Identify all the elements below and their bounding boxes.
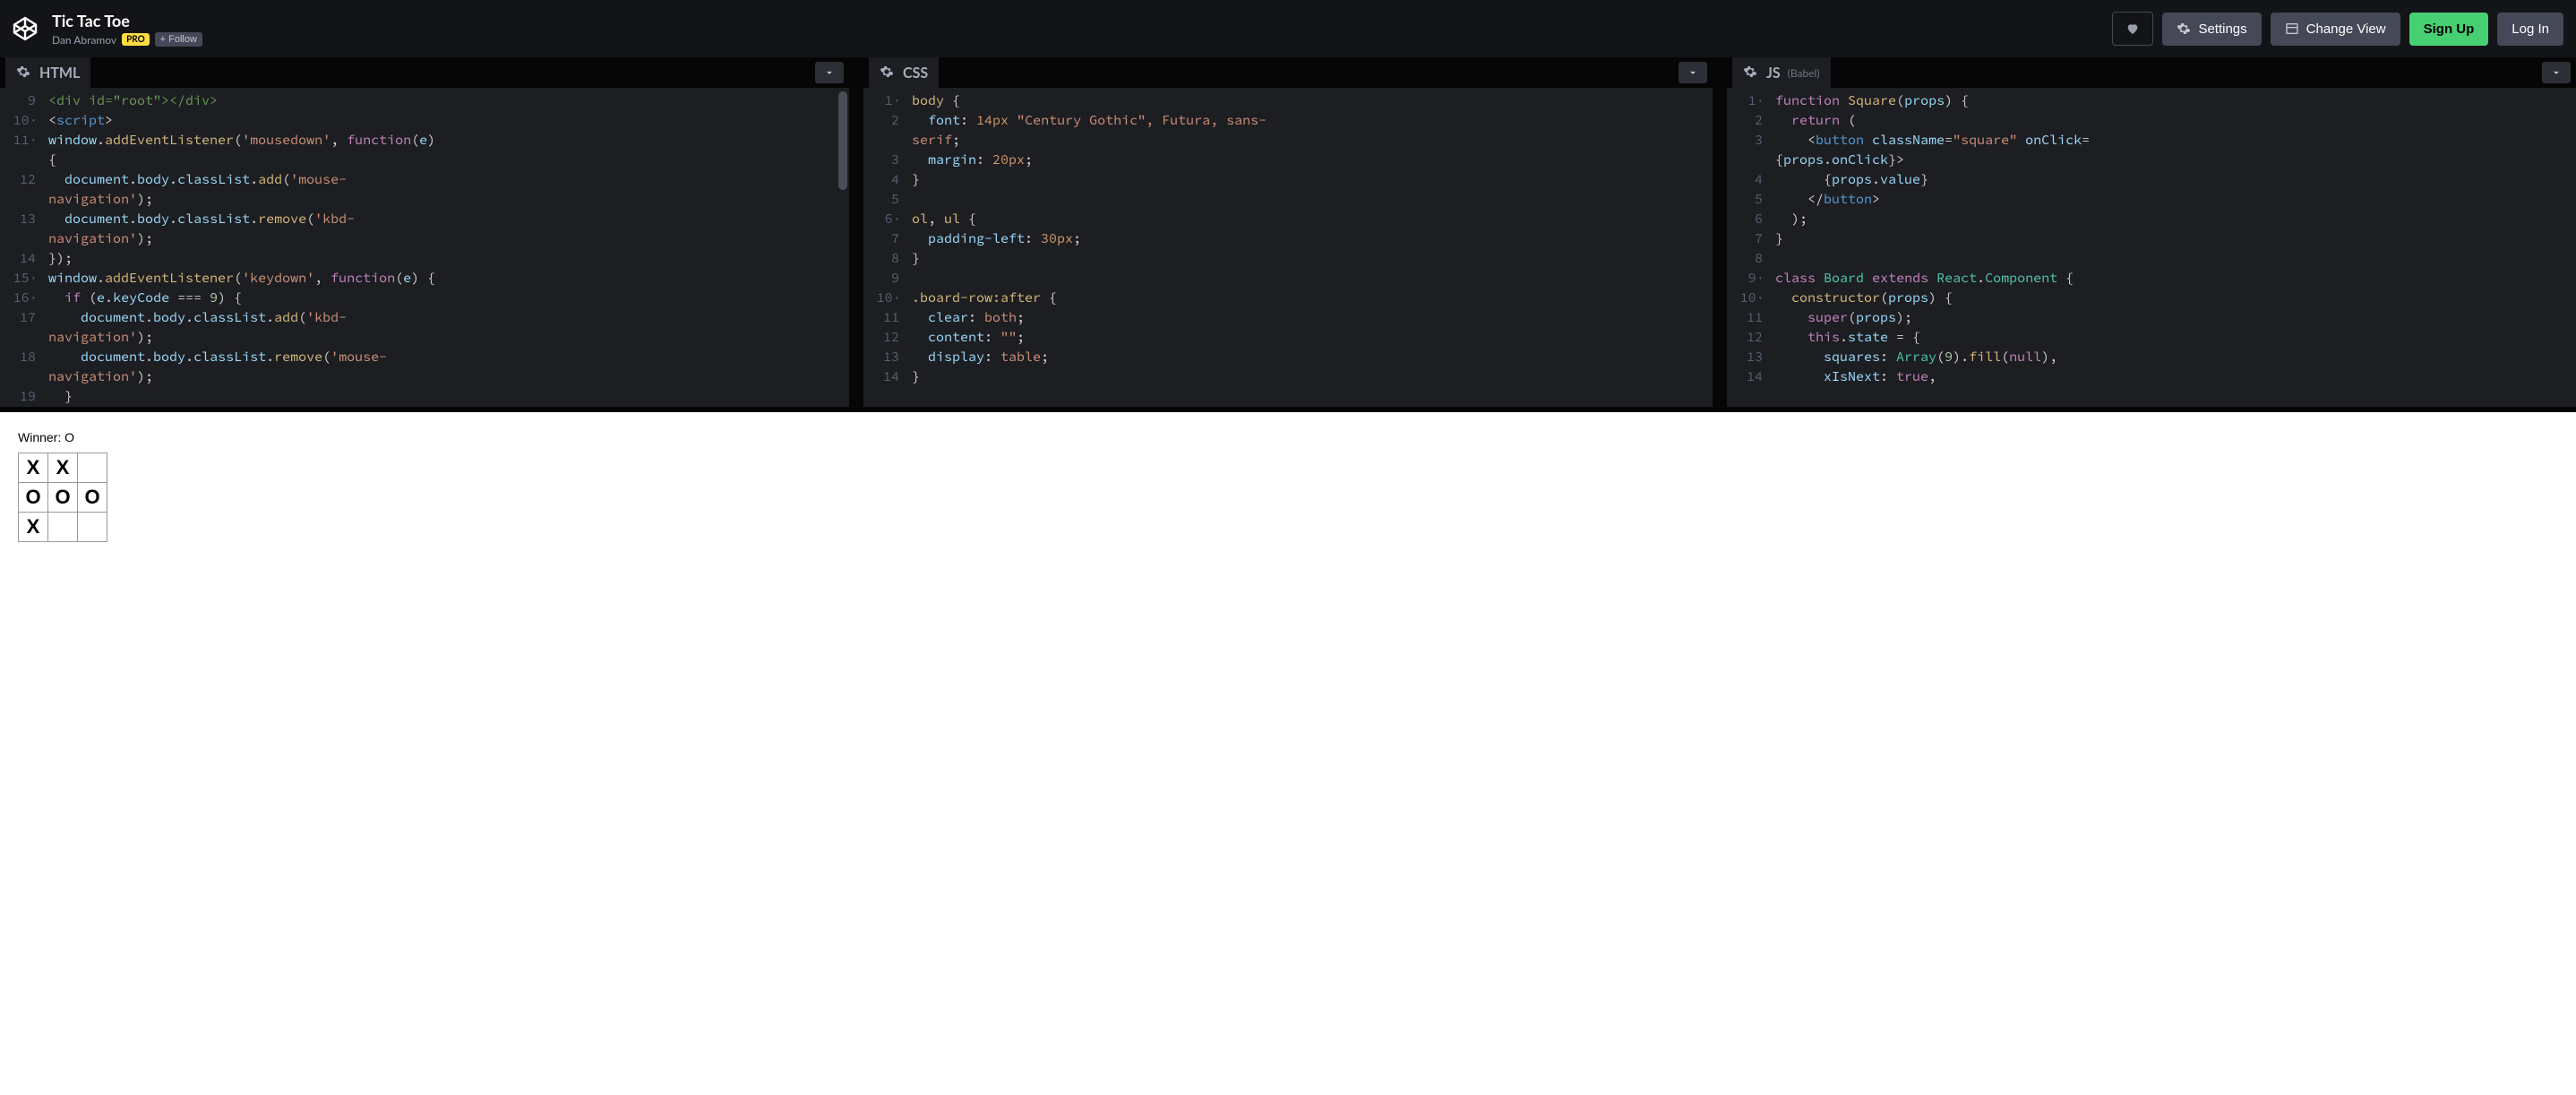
plus-icon: + [160, 34, 166, 45]
square[interactable] [47, 512, 78, 542]
game-status: Winner: O [18, 430, 2558, 444]
html-code-area[interactable]: 910▾11▾12131415▾16▾171819 <div id="root"… [0, 88, 849, 407]
change-view-button[interactable]: Change View [2271, 13, 2400, 46]
pro-badge: PRO [122, 33, 150, 46]
js-editor-title: JS [1766, 65, 1781, 82]
square[interactable] [77, 453, 107, 483]
css-gutter: 1▾23456▾78910▾11121314 [863, 88, 906, 407]
html-editor-dropdown-button[interactable] [815, 62, 844, 83]
js-editor: JS (Babel) 1▾23456789▾10▾11121314 functi… [1727, 57, 2576, 407]
layout-icon [2285, 22, 2299, 36]
css-editor-tab[interactable]: CSS [869, 57, 939, 88]
gear-icon[interactable] [880, 65, 896, 81]
settings-label: Settings [2198, 22, 2246, 37]
js-editor-tab[interactable]: JS (Babel) [1732, 57, 1831, 88]
css-editor-header: CSS [863, 57, 1713, 88]
chevron-down-icon [1687, 66, 1699, 79]
html-gutter: 910▾11▾12131415▾16▾171819 [0, 88, 43, 407]
css-code-area[interactable]: 1▾23456▾78910▾11121314 body { font: 14px… [863, 88, 1713, 407]
pen-meta: Dan Abramov PRO + Follow [52, 32, 202, 47]
css-editor-dropdown-button[interactable] [1679, 62, 1707, 83]
js-preprocessor-label: (Babel) [1788, 66, 1820, 80]
square[interactable]: X [18, 453, 48, 483]
css-editor-title: CSS [903, 65, 928, 82]
js-code-area[interactable]: 1▾23456789▾10▾11121314 function Square(p… [1727, 88, 2576, 407]
heart-icon [2125, 22, 2140, 36]
codepen-logo[interactable] [7, 11, 43, 47]
js-gutter: 1▾23456789▾10▾11121314 [1727, 88, 1770, 407]
signup-label: Sign Up [2424, 22, 2475, 37]
game-board: XXOOOX [18, 453, 2558, 542]
html-editor-tab[interactable]: HTML [5, 57, 90, 88]
codepen-logo-icon [12, 15, 39, 42]
square[interactable] [77, 512, 107, 542]
html-editor: HTML 910▾11▾12131415▾16▾171819 <div id="… [0, 57, 849, 407]
board-row: XX [18, 453, 2558, 483]
square[interactable]: X [18, 512, 48, 542]
gear-icon [2177, 22, 2191, 36]
html-editor-title: HTML [39, 65, 80, 82]
html-code[interactable]: <div id="root"></div><script>window.addE… [43, 88, 849, 407]
html-editor-header: HTML [0, 57, 849, 88]
result-pane: Winner: O XXOOOX [0, 412, 2576, 1095]
author-name[interactable]: Dan Abramov [52, 33, 116, 47]
js-editor-header: JS (Babel) [1727, 57, 2576, 88]
css-code[interactable]: body { font: 14px "Century Gothic", Futu… [906, 88, 1713, 407]
board-row: OOO [18, 483, 2558, 513]
board-row: X [18, 513, 2558, 542]
scrollbar-thumb[interactable] [838, 91, 847, 190]
square[interactable]: O [77, 482, 107, 513]
follow-button[interactable]: + Follow [155, 32, 202, 47]
title-block: Tic Tac Toe Dan Abramov PRO + Follow [52, 11, 202, 47]
js-code[interactable]: function Square(props) { return ( <butto… [1770, 88, 2576, 407]
css-editor: CSS 1▾23456▾78910▾11121314 body { font: … [863, 57, 1713, 407]
settings-button[interactable]: Settings [2162, 13, 2261, 46]
chevron-down-icon [2550, 66, 2563, 79]
gear-icon[interactable] [1743, 65, 1759, 81]
change-view-label: Change View [2306, 22, 2386, 37]
square[interactable]: X [47, 453, 78, 483]
square[interactable]: O [18, 482, 48, 513]
chevron-down-icon [823, 66, 836, 79]
love-button[interactable] [2112, 12, 2153, 46]
editors-row: HTML 910▾11▾12131415▾16▾171819 <div id="… [0, 57, 2576, 412]
pen-title: Tic Tac Toe [52, 11, 202, 30]
js-editor-dropdown-button[interactable] [2542, 62, 2571, 83]
login-label: Log In [2512, 22, 2549, 37]
login-button[interactable]: Log In [2497, 13, 2563, 46]
signup-button[interactable]: Sign Up [2409, 13, 2489, 46]
gear-icon[interactable] [16, 65, 32, 81]
follow-label: Follow [168, 34, 197, 45]
top-bar: Tic Tac Toe Dan Abramov PRO + Follow Set… [0, 0, 2576, 57]
square[interactable]: O [47, 482, 78, 513]
